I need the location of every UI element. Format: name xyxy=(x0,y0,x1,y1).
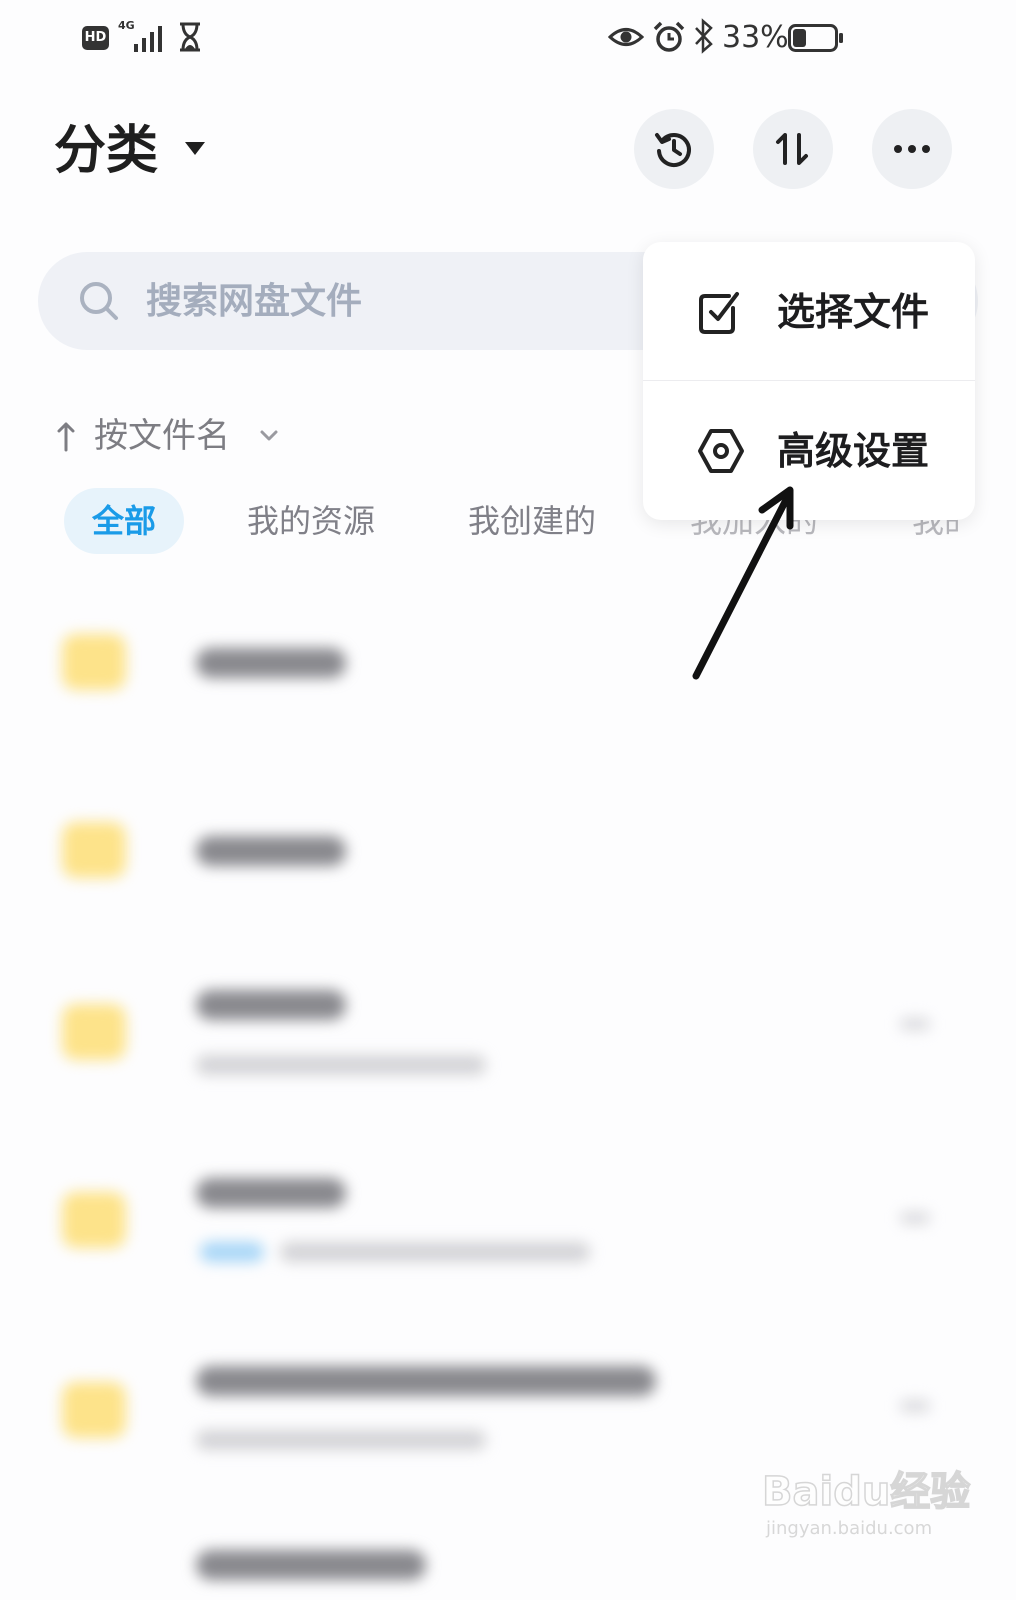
tab-all[interactable]: 全部 xyxy=(64,488,185,554)
arrow-up-icon[interactable] xyxy=(56,420,76,452)
watermark: Baidu经验 jingyan.baidu.com xyxy=(761,1462,971,1552)
watermark-url: jingyan.baidu.com xyxy=(766,1518,933,1539)
watermark-brand: Baidu经验 xyxy=(761,1468,971,1516)
settings-hex-icon xyxy=(698,429,744,473)
list-item-title[interactable] xyxy=(196,648,346,678)
file-list xyxy=(0,600,1016,1600)
tab-created-by-me[interactable]: 我创建的 xyxy=(468,488,596,554)
chevron-down-icon[interactable] xyxy=(258,426,280,446)
folder-icon[interactable] xyxy=(62,634,126,690)
sort-button[interactable] xyxy=(753,109,833,189)
tab-my-resources[interactable]: 我的资源 xyxy=(247,488,375,554)
sort-order-icon xyxy=(776,133,808,165)
folder-icon[interactable] xyxy=(62,822,126,878)
list-item-more-icon[interactable] xyxy=(900,1212,930,1224)
menu-item-select-files[interactable]: 选择文件 xyxy=(643,242,975,380)
list-item-more-icon[interactable] xyxy=(900,1400,930,1412)
list-item-subtitle xyxy=(280,1242,590,1262)
history-button[interactable] xyxy=(634,109,714,189)
hourglass-icon xyxy=(180,22,200,52)
battery-icon xyxy=(788,24,843,52)
list-item-title[interactable] xyxy=(196,1178,346,1208)
list-item-more-icon[interactable] xyxy=(900,1018,930,1030)
list-item-tag xyxy=(200,1242,264,1262)
checkbox-icon xyxy=(699,292,739,334)
list-item-title[interactable] xyxy=(196,1550,426,1580)
search-input[interactable] xyxy=(146,268,586,334)
folder-icon[interactable] xyxy=(62,1004,126,1060)
history-icon xyxy=(655,133,691,168)
more-dots-icon xyxy=(894,145,930,153)
eye-icon xyxy=(608,28,644,46)
list-item-title[interactable] xyxy=(196,990,346,1020)
menu-item-label: 选择文件 xyxy=(777,290,930,334)
page-title[interactable]: 分类 xyxy=(54,118,158,184)
signal-icon xyxy=(134,26,162,52)
hd-badge: HD xyxy=(82,26,109,50)
battery-percent: 33% xyxy=(722,20,789,55)
list-item-title[interactable] xyxy=(196,1366,656,1396)
bluetooth-icon xyxy=(695,18,713,54)
list-item-title[interactable] xyxy=(196,836,346,866)
sort-by-name-label[interactable]: 按文件名 xyxy=(94,412,230,460)
list-item-subtitle xyxy=(196,1055,486,1075)
folder-icon[interactable] xyxy=(62,1382,126,1438)
folder-icon[interactable] xyxy=(62,1192,126,1248)
annotation-arrow xyxy=(692,486,794,680)
status-bar: HD 4G 33% xyxy=(0,0,1016,80)
alarm-clock-icon xyxy=(653,21,685,52)
menu-item-label: 高级设置 xyxy=(777,429,930,473)
search-icon xyxy=(80,282,118,320)
more-options-button[interactable] xyxy=(872,109,952,189)
list-item-subtitle xyxy=(196,1430,486,1450)
title-dropdown-icon[interactable] xyxy=(185,142,205,155)
